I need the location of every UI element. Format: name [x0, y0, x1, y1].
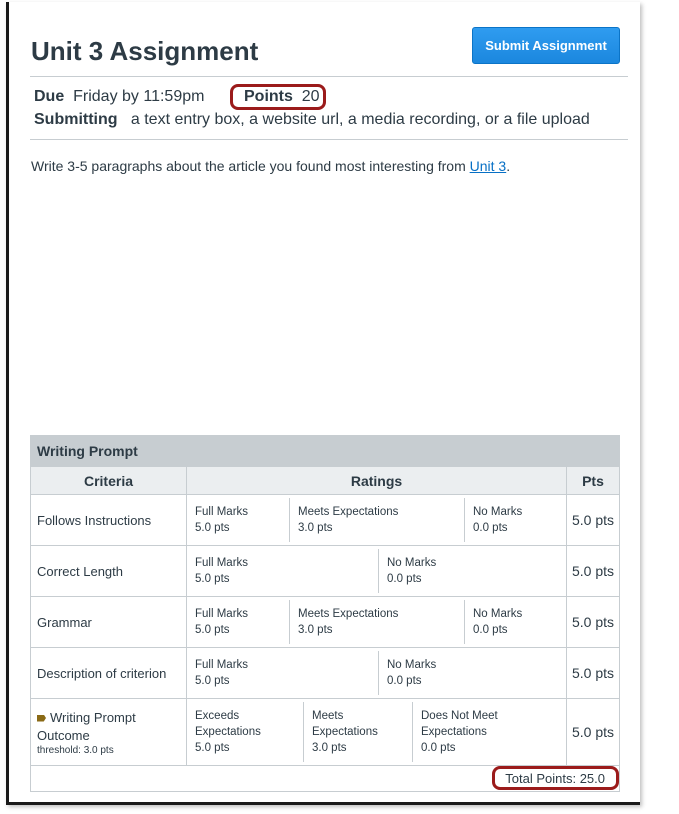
ratings-header: Ratings: [186, 466, 567, 495]
rating-name: Does Not Meet Expectations: [421, 710, 498, 738]
rating-name: Meets Expectations: [312, 710, 378, 738]
rubric-row: Writing Prompt Outcome threshold: 3.0 pt…: [30, 698, 620, 766]
criterion-name[interactable]: Writing Prompt Outcome: [37, 710, 136, 743]
points: Points 20: [244, 88, 320, 106]
criterion-name: Follows Instructions: [30, 494, 187, 546]
rubric-table: Writing Prompt Criteria Ratings Pts Foll…: [30, 435, 620, 792]
criterion-pts: 5.0 pts: [566, 545, 620, 597]
rating: No Marks 0.0 pts: [379, 549, 566, 593]
rating: Meets Expectations 3.0 pts: [290, 600, 465, 644]
criterion-pts: 5.0 pts: [566, 494, 620, 546]
criterion-pts: 5.0 pts: [566, 698, 620, 766]
page-title: Unit 3 Assignment: [31, 36, 259, 66]
criterion-name: Grammar: [30, 596, 187, 648]
rating-name: No Marks: [473, 608, 523, 620]
rubric-row: Description of criterion Full Marks 5.0 p…: [30, 647, 620, 699]
pts-header: Pts: [566, 466, 620, 495]
divider: [30, 139, 628, 140]
rating-points: 5.0 pts: [195, 573, 230, 585]
rating-name: No Marks: [473, 506, 523, 518]
rating-points: 0.0 pts: [473, 522, 508, 534]
rubric-row: Follows Instructions Full Marks 5.0 pts M…: [30, 494, 620, 546]
submit-assignment-button[interactable]: Submit Assignment: [472, 27, 620, 64]
criterion-pts: 5.0 pts: [566, 596, 620, 648]
rating: No Marks 0.0 pts: [379, 651, 566, 695]
rating-points: 3.0 pts: [312, 742, 347, 754]
rating-name: Full Marks: [195, 506, 249, 518]
rating-points: 0.0 pts: [387, 675, 422, 687]
criteria-header: Criteria: [30, 466, 187, 495]
rubric-title: Writing Prompt: [30, 435, 620, 467]
rating-points: 5.0 pts: [195, 522, 230, 534]
rating: Meets Expectations 3.0 pts: [290, 498, 465, 542]
rating-name: Meets Expectations: [298, 608, 399, 620]
rating-name: Full Marks: [195, 557, 249, 569]
points-value: 20: [301, 88, 320, 105]
rating-name: No Marks: [387, 557, 437, 569]
rating-points: 3.0 pts: [298, 624, 333, 636]
assignment-description: Write 3-5 paragraphs about the article y…: [31, 158, 510, 174]
rating: Meets Expectations 3.0 pts: [304, 702, 413, 762]
submitting-label: Submitting: [34, 111, 118, 128]
outcome-flag-icon: [37, 714, 46, 722]
rating-points: 5.0 pts: [195, 742, 230, 754]
criterion-name: Description of criterion: [30, 647, 187, 699]
points-label: Points: [244, 88, 293, 105]
rating-name: No Marks: [387, 659, 437, 671]
rating: Full Marks 5.0 pts: [187, 549, 379, 593]
rating-points: 5.0 pts: [195, 624, 230, 636]
rating-points: 0.0 pts: [387, 573, 422, 585]
outcome-criterion: Writing Prompt Outcome threshold: 3.0 pt…: [30, 698, 187, 766]
due-date: Due Friday by 11:59pm: [34, 88, 204, 106]
due-value: Friday by 11:59pm: [73, 88, 205, 105]
submitting-value: a text entry box, a website url, a media…: [130, 111, 590, 128]
rating: Exceeds Expectations 5.0 pts: [187, 702, 304, 762]
unit-3-link[interactable]: Unit 3: [470, 158, 507, 174]
criterion-pts: 5.0 pts: [566, 647, 620, 699]
rating: No Marks 0.0 pts: [465, 498, 566, 542]
rating-points: 0.0 pts: [473, 624, 508, 636]
rating: Does Not Meet Expectations 0.0 pts: [413, 702, 566, 762]
total-points-highlight: [492, 766, 619, 790]
rating-points: 3.0 pts: [298, 522, 333, 534]
rating-name: Full Marks: [195, 659, 249, 671]
rating-name: Meets Expectations: [298, 506, 399, 518]
due-label: Due: [34, 88, 65, 105]
rating-points: 0.0 pts: [421, 742, 456, 754]
submission-types: Submitting a text entry box, a website u…: [34, 111, 590, 129]
outcome-threshold: threshold: 3.0 pts: [37, 744, 114, 756]
divider: [30, 76, 628, 77]
rating-name: Exceeds Expectations: [195, 710, 261, 738]
rubric-row: Correct Length Full Marks 5.0 pts No Mark…: [30, 545, 620, 597]
rating: Full Marks 5.0 pts: [187, 600, 290, 644]
description-text: Write 3-5 paragraphs about the article y…: [31, 158, 470, 174]
rating: Full Marks 5.0 pts: [187, 651, 379, 695]
rubric-row: Grammar Full Marks 5.0 pts Meets Expectat…: [30, 596, 620, 648]
rating-name: Full Marks: [195, 608, 249, 620]
description-end: .: [506, 158, 511, 174]
rating: No Marks 0.0 pts: [465, 600, 566, 644]
rating-points: 5.0 pts: [195, 675, 230, 687]
criterion-name: Correct Length: [30, 545, 187, 597]
rating: Full Marks 5.0 pts: [187, 498, 290, 542]
